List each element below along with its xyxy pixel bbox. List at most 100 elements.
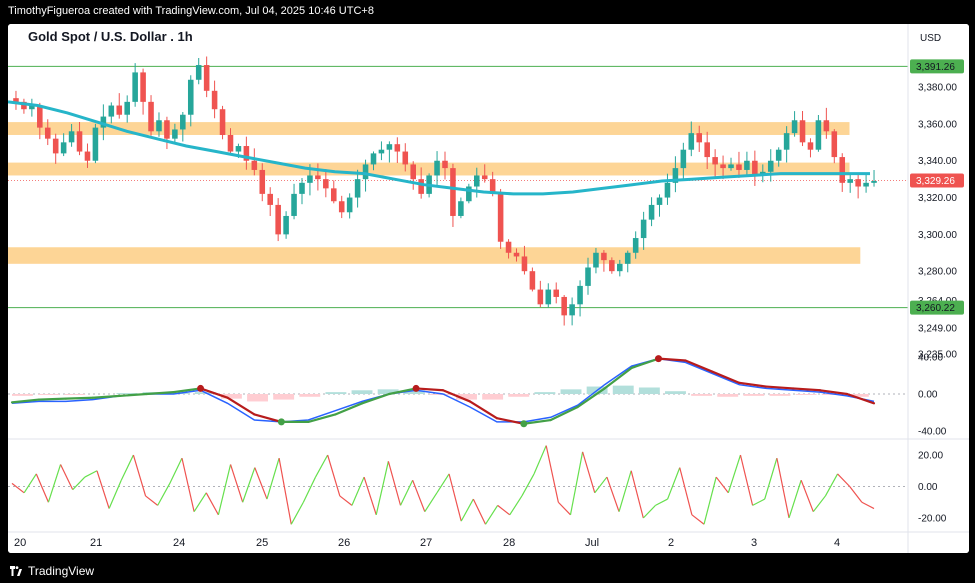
candle-body (52, 138, 59, 154)
candle-body (815, 120, 822, 150)
candle-body (529, 271, 536, 290)
macd-cross-dot (412, 384, 420, 392)
macd-cross-dot (655, 355, 662, 363)
candle-body (378, 149, 385, 154)
candle (497, 188, 504, 249)
candle-body (553, 289, 560, 297)
time-tick-label: 21 (90, 537, 102, 549)
level-price-label: 3,391.26 (910, 59, 964, 74)
candle-body (831, 131, 838, 158)
candle-body (386, 144, 393, 150)
candle-body (92, 127, 99, 161)
candle (219, 105, 226, 140)
candle-body (164, 120, 170, 139)
macd-histogram-bar (508, 394, 530, 397)
candle-body (275, 204, 281, 235)
price-tick-label: 3,249.00 (918, 324, 957, 335)
time-tick-label: 25 (256, 537, 268, 549)
macd-histogram-bar (273, 394, 295, 400)
candle-body (624, 252, 631, 264)
candle-body (68, 131, 75, 143)
candle-body (775, 149, 782, 161)
price-tick-label: 3,360.00 (918, 119, 957, 130)
macd-cross-dot (277, 418, 285, 426)
time-tick-label: 3 (751, 537, 757, 549)
candle-body (132, 72, 138, 102)
time-tick-label: 2 (668, 537, 674, 549)
candle-body (362, 164, 369, 180)
candle-body (187, 79, 194, 115)
macd-histogram-bar (12, 394, 33, 396)
chart-svg[interactable]: 3,380.00 3,360.00 3,340.00 3,320.00 3,300.00… (8, 24, 969, 553)
price-tick-label: 3,300.00 (918, 230, 957, 241)
macd-histogram-bar (64, 394, 86, 395)
oscillator-tick-label: 20.00 (918, 451, 943, 462)
currency-label: USD (920, 33, 941, 44)
candle-body (767, 160, 774, 172)
candle-body (458, 201, 464, 216)
candle-body (839, 157, 846, 183)
candle-body (291, 193, 297, 216)
candle-body (148, 101, 154, 132)
brand-name: TradingView (28, 564, 95, 578)
price-tick-label: 3,340.00 (918, 156, 957, 167)
candle-body (219, 109, 226, 135)
candle-body (180, 114, 186, 130)
candle-body (172, 129, 178, 139)
price-label-text: 3,260.22 (916, 303, 955, 314)
candle-body (76, 131, 83, 152)
macd-histogram-bar (325, 392, 347, 394)
candle (466, 183, 472, 204)
macd-histogram-bar (38, 394, 60, 395)
candle-body (744, 160, 750, 170)
candle-body (370, 153, 377, 165)
candle-body (791, 120, 798, 134)
candle-body (497, 193, 504, 242)
candle-body (680, 149, 687, 169)
candle-body (235, 146, 242, 152)
candle-body (593, 252, 599, 268)
candle-body (323, 179, 329, 189)
candle-body (44, 127, 51, 139)
candle-body (577, 285, 583, 305)
candle-body (855, 179, 861, 187)
candle-body (521, 256, 528, 272)
candle-body (402, 151, 409, 165)
time-tick-label: 26 (338, 537, 350, 549)
macd-histogram-bar (717, 394, 739, 397)
candle-body (871, 180, 877, 183)
macd-histogram-bar (612, 385, 634, 394)
candle-body (601, 252, 607, 261)
candle-body (338, 201, 345, 213)
last-price-label: 3,329.26 (910, 173, 964, 188)
candle-body (847, 179, 853, 183)
screenshot-frame: TimothyFigueroa created with TradingView… (0, 0, 975, 583)
candle-body (203, 65, 210, 91)
candle-body (712, 157, 718, 165)
macd-histogram-bar (534, 392, 556, 394)
candle-body (752, 160, 758, 176)
candle-body (211, 90, 218, 110)
macd-histogram-bar (351, 390, 373, 394)
candle-body (696, 133, 703, 143)
candle-body (283, 215, 289, 235)
chart-title: Gold Spot / U.S. Dollar . 1h (28, 29, 193, 44)
price-tick-label: 3,380.00 (918, 83, 957, 94)
price-tick-label: 3,280.00 (918, 267, 957, 278)
candle-body (863, 182, 869, 187)
candle-body (195, 65, 202, 80)
candle-body (394, 144, 401, 152)
candle-body (299, 182, 305, 194)
candle-body (124, 101, 130, 115)
macd-histogram-bar (638, 387, 660, 394)
candle-body (664, 182, 671, 198)
candle-body (561, 296, 567, 316)
macd-histogram-bar (795, 394, 817, 395)
level-price-label: 3,260.22 (910, 300, 964, 315)
macd-cross-dot (197, 384, 205, 392)
macd-tick-label: 0.00 (918, 390, 938, 401)
candle (815, 114, 822, 152)
candle-body (410, 164, 417, 180)
candle-body (227, 134, 234, 152)
candle-body (688, 133, 695, 150)
